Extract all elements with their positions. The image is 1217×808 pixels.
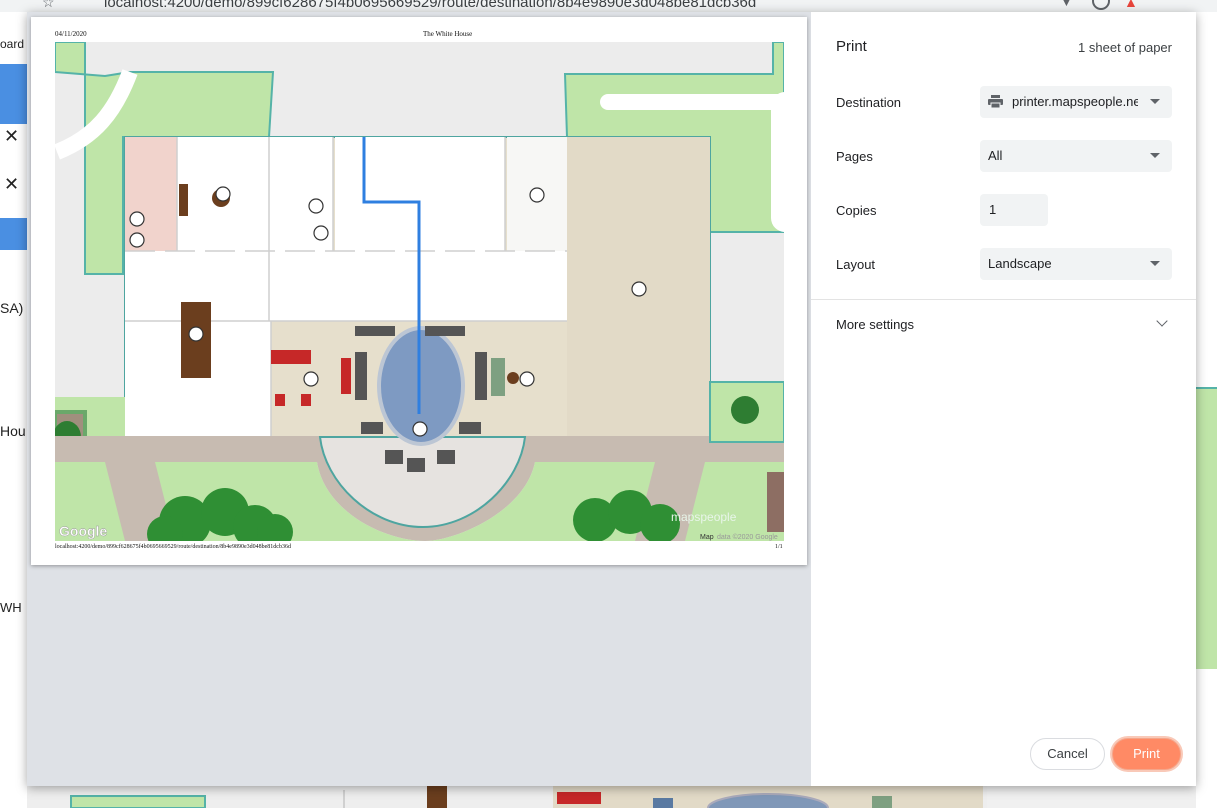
- sheet-title: The White House: [423, 30, 473, 38]
- map-image: Google mapspeople Map data ©2020 Google: [55, 42, 784, 541]
- location-icon[interactable]: ▼: [1060, 0, 1073, 9]
- extension-icon[interactable]: [1092, 0, 1110, 10]
- printer-icon: [988, 95, 1003, 108]
- print-dialog: 04/11/2020 The White House Google mapspe…: [27, 12, 1196, 786]
- print-button[interactable]: Print: [1112, 738, 1181, 770]
- pages-label: Pages: [836, 149, 873, 164]
- background-page-left: oard ✕ ✕ SA) Hou WH: [0, 12, 27, 808]
- print-preview-area: 04/11/2020 The White House Google mapspe…: [27, 12, 811, 786]
- chevron-down-icon: [1150, 99, 1160, 104]
- chevron-down-icon: [1150, 261, 1160, 266]
- close-icon[interactable]: ✕: [4, 126, 19, 147]
- extension-alert-icon[interactable]: ▲: [1124, 0, 1138, 10]
- preview-sheet: 04/11/2020 The White House Google mapspe…: [31, 17, 807, 565]
- pages-select[interactable]: All: [980, 140, 1172, 172]
- floor-plan-map: Google mapspeople Map data ©2020 Google: [55, 42, 784, 541]
- bg-blue-bar: [0, 64, 27, 124]
- print-title: Print: [836, 38, 867, 55]
- destination-value: printer.mapspeople.net: [1012, 94, 1138, 109]
- layout-label: Layout: [836, 257, 876, 272]
- sheet-date: 04/11/2020: [55, 30, 87, 38]
- bg-blue-bar: [0, 218, 27, 250]
- sheet-count: 1 sheet of paper: [1078, 40, 1172, 55]
- bg-text-board: oard: [0, 37, 25, 51]
- sheet-url: localhost:4200/demo/899cf628675f4b069566…: [55, 544, 291, 550]
- divider: [811, 299, 1196, 300]
- print-settings-panel: Print 1 sheet of paper Destination print…: [811, 12, 1196, 786]
- more-settings-label: More settings: [836, 317, 915, 332]
- bookmark-star-icon[interactable]: ☆: [42, 0, 55, 11]
- browser-url[interactable]: localhost:4200/demo/899cf628675f4b069566…: [104, 0, 756, 11]
- map-attribution: data ©2020 Google: [717, 533, 778, 541]
- cancel-button[interactable]: Cancel: [1030, 738, 1105, 770]
- background-page-bottom: [27, 786, 1196, 808]
- copies-value: 1: [989, 202, 997, 217]
- bg-text-fragment: Hou: [0, 423, 26, 439]
- layout-value: Landscape: [988, 256, 1052, 271]
- bg-text-fragment: SA): [0, 300, 24, 316]
- map-attribution-prefix: Map: [700, 534, 714, 541]
- destination-label: Destination: [836, 95, 902, 110]
- bg-map-fragment: [1196, 387, 1217, 669]
- chevron-down-icon: [1150, 153, 1160, 158]
- copies-input[interactable]: 1: [980, 194, 1048, 226]
- bg-text-fragment: WH: [0, 600, 22, 615]
- chevron-down-icon: [1156, 315, 1168, 327]
- pages-value: All: [988, 148, 1003, 163]
- bg-map-strip: [27, 786, 1196, 808]
- sheet-page-number: 1/1: [775, 544, 783, 550]
- background-page-right: [1196, 12, 1217, 808]
- close-icon[interactable]: ✕: [4, 174, 19, 195]
- mapspeople-logo: mapspeople: [671, 510, 737, 524]
- layout-select[interactable]: Landscape: [980, 248, 1172, 280]
- destination-select[interactable]: printer.mapspeople.net: [980, 86, 1172, 118]
- copies-label: Copies: [836, 203, 877, 218]
- more-settings-toggle[interactable]: More settings: [811, 308, 1196, 338]
- google-logo: Google: [59, 523, 107, 539]
